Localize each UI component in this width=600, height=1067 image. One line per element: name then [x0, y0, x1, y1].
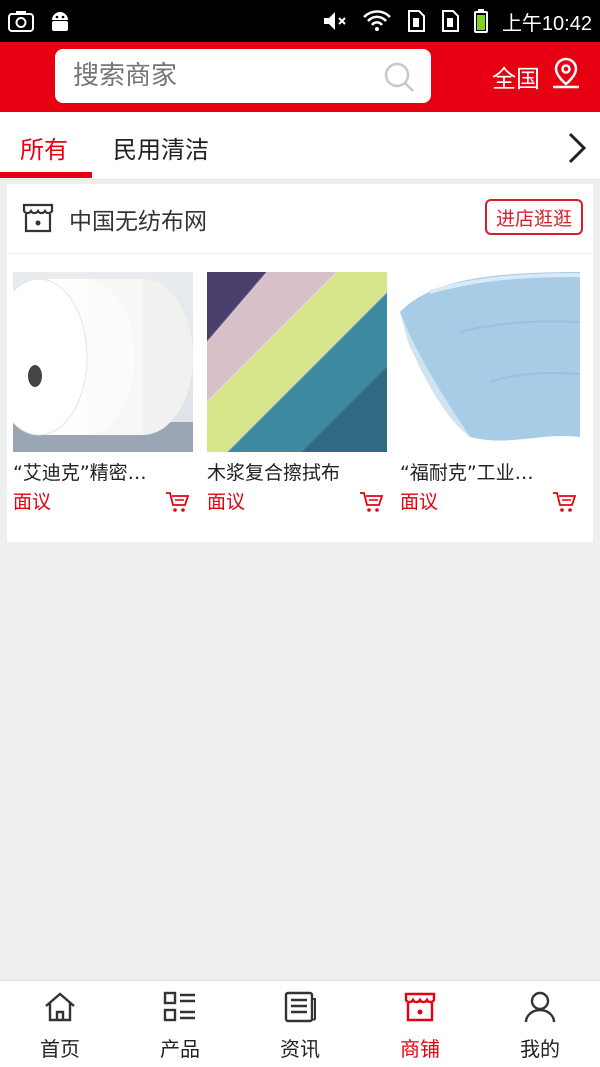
- search-input[interactable]: [73, 49, 373, 103]
- chevron-right-icon[interactable]: [562, 130, 592, 170]
- product-price: 面议: [13, 491, 52, 513]
- product-item[interactable]: “艾迪克”精密… 面议: [13, 272, 193, 517]
- cart-icon[interactable]: [552, 491, 577, 517]
- news-icon: [283, 991, 317, 1027]
- cart-icon[interactable]: [359, 491, 384, 517]
- product-name: “艾迪克”精密…: [13, 462, 147, 484]
- list-icon: [163, 991, 197, 1027]
- nav-store[interactable]: 商铺: [360, 991, 480, 1062]
- product-name: “福耐克”工业…: [400, 462, 534, 484]
- nav-products[interactable]: 产品: [120, 991, 240, 1062]
- product-price: 面议: [400, 491, 439, 513]
- region-label: 全国: [492, 64, 540, 93]
- battery-icon: [473, 9, 488, 33]
- search-icon[interactable]: [383, 61, 415, 97]
- nav-store-label: 商铺: [400, 1037, 440, 1061]
- nav-news-label: 资讯: [280, 1037, 320, 1061]
- store-card: 中国无纺布网 进店逛逛 “艾迪克”精密… 面议 木浆复合擦拭布 面议 “福耐克”…: [7, 184, 593, 542]
- nav-home-label: 首页: [40, 1037, 80, 1061]
- tab-all[interactable]: 所有: [20, 130, 68, 165]
- product-image[interactable]: [400, 272, 580, 452]
- wifi-icon: [362, 10, 392, 32]
- active-tab-indicator: [0, 172, 92, 178]
- home-icon: [43, 991, 77, 1027]
- category-tabs: 所有 民用清洁: [0, 112, 600, 180]
- status-bar: 上午10:42: [0, 0, 600, 42]
- product-image[interactable]: [13, 272, 193, 452]
- tab-civil-cleaning[interactable]: 民用清洁: [113, 130, 209, 165]
- screenshot-icon: [8, 10, 34, 32]
- bottom-nav: 首页 产品 资讯 商铺 我的: [0, 980, 600, 1067]
- visit-store-button[interactable]: 进店逛逛: [485, 199, 583, 235]
- store-name: 中国无纺布网: [69, 209, 207, 235]
- nav-home[interactable]: 首页: [0, 991, 120, 1062]
- header: 全国: [0, 42, 600, 112]
- android-icon: [48, 9, 72, 33]
- mute-icon: [322, 10, 348, 32]
- sim1-icon: [406, 9, 426, 33]
- product-item[interactable]: “福耐克”工业… 面议: [400, 272, 580, 517]
- nav-mine[interactable]: 我的: [480, 991, 600, 1062]
- store-header: 中国无纺布网 进店逛逛: [7, 184, 593, 254]
- status-time: 上午10:42: [501, 12, 592, 35]
- product-name: 木浆复合擦拭布: [207, 462, 341, 484]
- search-box[interactable]: [55, 49, 431, 103]
- nav-news[interactable]: 资讯: [240, 991, 360, 1062]
- product-price: 面议: [207, 491, 246, 513]
- store-icon: [21, 202, 55, 238]
- location-pin-icon: [550, 56, 582, 96]
- nav-mine-label: 我的: [520, 1037, 560, 1061]
- nav-products-label: 产品: [160, 1037, 200, 1061]
- product-item[interactable]: 木浆复合擦拭布 面议: [207, 272, 387, 517]
- cart-icon[interactable]: [165, 491, 190, 517]
- region-selector[interactable]: 全国: [492, 56, 582, 96]
- store-icon: [403, 991, 437, 1027]
- user-icon: [523, 991, 557, 1027]
- sim2-icon: [440, 9, 460, 33]
- product-image[interactable]: [207, 272, 387, 452]
